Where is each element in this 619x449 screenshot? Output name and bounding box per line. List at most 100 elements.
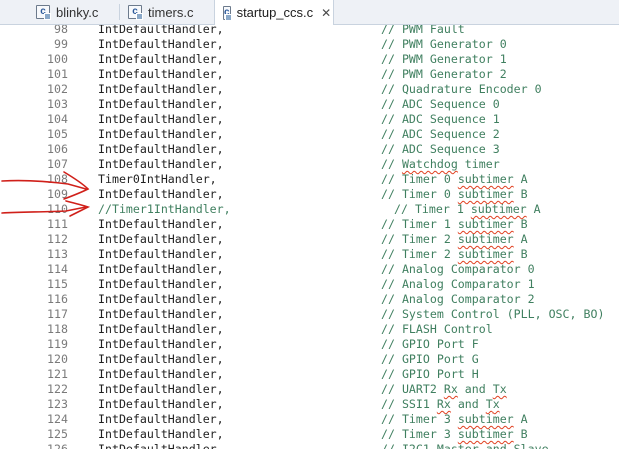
line-comment: // Timer 3 subtimer A <box>381 412 528 426</box>
code-line: 114 IntDefaultHandler, // Analog Comparato… <box>0 262 619 277</box>
code-line: 124 IntDefaultHandler, // Timer 3 subtimer… <box>0 412 619 427</box>
code-line: 111 IntDefaultHandler, // Timer 1 subtimer… <box>0 217 619 232</box>
code-line: 105 IntDefaultHandler, // ADC Sequence 2 <box>0 127 619 142</box>
code-line: 121 IntDefaultHandler, // GPIO Port H <box>0 367 619 382</box>
line-number: 104 <box>47 112 68 126</box>
line-comment: // SSI1 Rx and Tx <box>381 397 500 411</box>
code-line: 123 IntDefaultHandler, // SSI1 Rx and Tx <box>0 397 619 412</box>
line-number: 113 <box>47 247 68 261</box>
line-number: 112 <box>47 232 68 246</box>
code-line: 108 Timer0IntHandler, // Timer 0 subtimer … <box>0 172 619 187</box>
line-number: 111 <box>47 217 68 231</box>
line-comment: // Quadrature Encoder 0 <box>381 82 542 96</box>
line-comment: // UART2 Rx and Tx <box>381 382 507 396</box>
line-comment: // Timer 2 subtimer B <box>381 247 528 261</box>
line-comment: // System Control (PLL, OSC, BO) <box>381 307 605 321</box>
handler-name: Timer0IntHandler, <box>98 172 217 186</box>
handler-name: IntDefaultHandler, <box>98 127 224 141</box>
line-comment: // PWM Fault <box>381 25 465 36</box>
line-number: 101 <box>47 67 68 81</box>
handler-name: IntDefaultHandler, <box>98 142 224 156</box>
handler-name: IntDefaultHandler, <box>98 112 224 126</box>
code-line: 103 IntDefaultHandler, // ADC Sequence 0 <box>0 97 619 112</box>
handler-name: IntDefaultHandler, <box>98 382 224 396</box>
line-comment: // Watchdog timer <box>381 157 500 171</box>
tab-startup-ccs-c[interactable]: c startup_ccs.c ✕ <box>214 0 334 25</box>
line-comment: // FLASH Control <box>381 322 493 336</box>
handler-name: IntDefaultHandler, <box>98 427 224 441</box>
c-file-icon: c <box>36 5 51 20</box>
code-line: 118 IntDefaultHandler, // FLASH Control <box>0 322 619 337</box>
line-number: 110 <box>47 202 68 216</box>
handler-name: IntDefaultHandler, <box>98 232 224 246</box>
commented-handler: //Timer1IntHandler, <box>98 202 231 216</box>
line-number: 122 <box>47 382 68 396</box>
line-number: 102 <box>47 82 68 96</box>
handler-name: IntDefaultHandler, <box>98 322 224 336</box>
handler-name: IntDefaultHandler, <box>98 337 224 351</box>
code-line: 116 IntDefaultHandler, // Analog Comparato… <box>0 292 619 307</box>
line-number: 106 <box>47 142 68 156</box>
line-comment: // ADC Sequence 0 <box>381 97 500 111</box>
line-number: 100 <box>47 52 68 66</box>
line-number: 103 <box>47 97 68 111</box>
handler-name: IntDefaultHandler, <box>98 412 224 426</box>
handler-name: IntDefaultHandler, <box>98 352 224 366</box>
line-comment: // GPIO Port F <box>381 337 479 351</box>
line-comment: // GPIO Port G <box>381 352 479 366</box>
code-line: 98 IntDefaultHandler, // PWM Fault <box>0 25 619 37</box>
code-line: 120 IntDefaultHandler, // GPIO Port G <box>0 352 619 367</box>
handler-name: IntDefaultHandler, <box>98 442 224 449</box>
line-comment: // ADC Sequence 3 <box>381 142 500 156</box>
line-number: 123 <box>47 397 68 411</box>
line-number: 116 <box>47 292 68 306</box>
line-comment: // Analog Comparator 1 <box>381 277 535 291</box>
line-comment: // Timer 1 subtimer A <box>394 202 541 216</box>
handler-name: IntDefaultHandler, <box>98 25 224 36</box>
line-number: 124 <box>47 412 68 426</box>
code-line: 101 IntDefaultHandler, // PWM Generator 2 <box>0 67 619 82</box>
line-number: 121 <box>47 367 68 381</box>
tab-label: blinky.c <box>56 4 99 20</box>
code-line: 104 IntDefaultHandler, // ADC Sequence 1 <box>0 112 619 127</box>
handler-name: IntDefaultHandler, <box>98 37 224 51</box>
code-line: 106 IntDefaultHandler, // ADC Sequence 3 <box>0 142 619 157</box>
line-number: 98 <box>54 25 68 36</box>
editor-tab-bar: c blinky.c c timers.c c startup_ccs.c ✕ <box>0 0 619 25</box>
line-number: 99 <box>54 37 68 51</box>
tab-blinky-c[interactable]: c blinky.c <box>36 0 98 24</box>
handler-name: IntDefaultHandler, <box>98 307 224 321</box>
line-comment: // ADC Sequence 2 <box>381 127 500 141</box>
code-line: 113 IntDefaultHandler, // Timer 2 subtimer… <box>0 247 619 262</box>
tab-label: startup_ccs.c <box>236 5 314 20</box>
handler-name: IntDefaultHandler, <box>98 82 224 96</box>
line-number: 119 <box>47 337 68 351</box>
line-number: 105 <box>47 127 68 141</box>
code-line: 100 IntDefaultHandler, // PWM Generator 1 <box>0 52 619 67</box>
line-number: 108 <box>47 172 68 186</box>
handler-name: IntDefaultHandler, <box>98 262 224 276</box>
line-comment: // PWM Generator 1 <box>381 52 507 66</box>
line-number: 114 <box>47 262 68 276</box>
line-number: 120 <box>47 352 68 366</box>
tab-timers-c[interactable]: c timers.c <box>128 0 194 24</box>
code-line: 109 IntDefaultHandler, // Timer 0 subtimer… <box>0 187 619 202</box>
code-editor[interactable]: 98 IntDefaultHandler, // PWM Fault 99 IntDef… <box>0 25 619 449</box>
line-number: 126 <box>47 442 68 449</box>
code-line: 102 IntDefaultHandler, // Quadrature Encod… <box>0 82 619 97</box>
tab-separator <box>119 4 120 20</box>
line-comment: // I2C1 Master and Slave <box>381 442 549 449</box>
handler-name: IntDefaultHandler, <box>98 187 224 201</box>
c-file-icon: c <box>128 5 143 20</box>
line-number: 107 <box>47 157 68 171</box>
code-line: 112 IntDefaultHandler, // Timer 2 subtimer… <box>0 232 619 247</box>
handler-name: IntDefaultHandler, <box>98 157 224 171</box>
code-line: 107 IntDefaultHandler, // Watchdog timer <box>0 157 619 172</box>
line-comment: // Timer 0 subtimer B <box>381 187 528 201</box>
handler-name: IntDefaultHandler, <box>98 52 224 66</box>
close-tab-icon[interactable]: ✕ <box>321 6 331 20</box>
code-line: 119 IntDefaultHandler, // GPIO Port F <box>0 337 619 352</box>
handler-name: IntDefaultHandler, <box>98 292 224 306</box>
code-line: 126 IntDefaultHandler, // I2C1 Master and … <box>0 442 619 449</box>
line-comment: // PWM Generator 2 <box>381 67 507 81</box>
